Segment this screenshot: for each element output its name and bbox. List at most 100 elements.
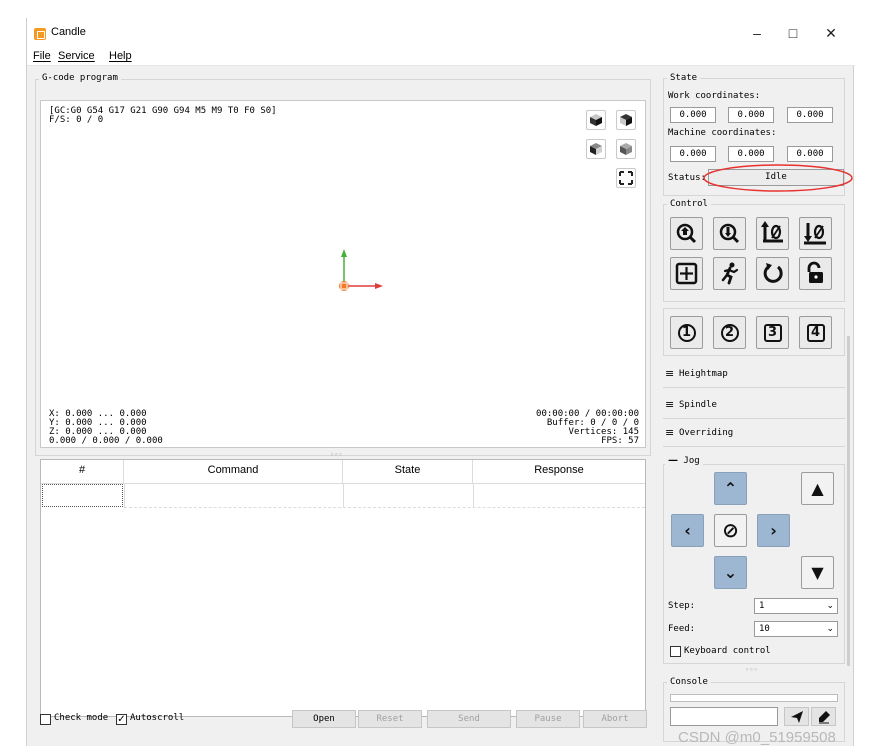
jog-x-plus-button[interactable]: ›	[757, 514, 790, 547]
feed-value: 10	[759, 624, 770, 634]
view-top-button[interactable]	[586, 110, 606, 130]
console-command-input[interactable]	[670, 707, 778, 726]
minimize-button[interactable]: –	[743, 22, 771, 44]
col-command-header[interactable]: Command	[124, 460, 343, 483]
user-command-4-label: 4	[806, 324, 825, 342]
menu-service[interactable]: Service	[58, 50, 95, 62]
vertical-splitter[interactable]: ◦◦◦	[330, 451, 343, 459]
keyboard-control-checkbox[interactable]	[670, 646, 681, 657]
user-command-3-label: 3	[763, 324, 782, 342]
send-button[interactable]: Send	[427, 710, 511, 728]
cell-divider	[343, 483, 344, 507]
cube-iso-icon	[620, 143, 632, 155]
zero-xy-button[interactable]	[756, 217, 789, 250]
step-value: 1	[759, 601, 765, 611]
safe-position-button[interactable]	[713, 257, 746, 290]
collapse-icon: —	[668, 455, 678, 466]
feed-label: Feed:	[668, 624, 696, 634]
table-row-current-cell[interactable]	[42, 484, 123, 507]
triangle-down-icon: ▼	[811, 563, 824, 582]
zero-xy-icon	[761, 221, 783, 243]
spindle-label: Spindle	[679, 400, 717, 410]
view-front-button[interactable]	[616, 110, 636, 130]
probe-button[interactable]	[713, 217, 746, 250]
user-command-2-label: 2	[720, 324, 739, 342]
eraser-icon	[818, 711, 830, 724]
work-x-value: 0.000	[670, 107, 716, 123]
fit-view-button[interactable]	[616, 168, 636, 188]
console-send-button[interactable]	[784, 707, 809, 726]
state-group-title: State	[667, 73, 701, 83]
autoscroll-checkbox[interactable]: ✓	[116, 714, 127, 725]
open-button[interactable]: Open	[292, 710, 356, 728]
return-xy-button[interactable]	[670, 257, 703, 290]
unlock-icon	[807, 261, 823, 283]
reset-button[interactable]: Reset	[358, 710, 422, 728]
candle-logo-icon	[34, 28, 46, 40]
jog-z-plus-button[interactable]: ▲	[801, 472, 834, 505]
control-group-title: Control	[667, 199, 711, 209]
console-group-title: Console	[667, 677, 711, 687]
program-table[interactable]: # Command State Response	[40, 459, 646, 717]
view-iso-button[interactable]	[616, 139, 636, 159]
gcode-group-title: G-code program	[39, 73, 121, 83]
work-z-value: 0.000	[787, 107, 833, 123]
col-number-header[interactable]: #	[41, 460, 124, 483]
menu-lines-icon: ≡	[665, 367, 675, 380]
user-command-1-label: 1	[677, 324, 696, 342]
zero-z-button[interactable]	[799, 217, 832, 250]
chevron-up-icon: ⌃	[723, 479, 738, 498]
user-command-1-button[interactable]: 1	[670, 316, 703, 349]
user-command-3-button[interactable]: 3	[756, 316, 789, 349]
machine-z-value: 0.000	[787, 146, 833, 162]
jog-z-minus-button[interactable]: ▼	[801, 556, 834, 589]
zero-z-icon	[804, 223, 826, 245]
jog-y-plus-button[interactable]: ⌃	[714, 472, 747, 505]
gcode-visualizer[interactable]: [GC:G0 G54 G17 G21 G90 G94 M5 M9 T0 F0 S…	[40, 100, 646, 448]
jog-y-minus-button[interactable]: ⌄	[714, 556, 747, 589]
panel-splitter[interactable]: ◦◦◦	[745, 666, 758, 674]
right-panel-scrollbar[interactable]	[847, 336, 850, 666]
step-select[interactable]: 1 ⌄	[754, 598, 838, 614]
spindle-section-header[interactable]: ≡ Spindle	[663, 398, 845, 419]
overriding-section-header[interactable]: ≡ Overriding	[663, 426, 845, 447]
maximize-button[interactable]: □	[779, 22, 807, 44]
user-command-2-button[interactable]: 2	[713, 316, 746, 349]
close-button[interactable]: ✕	[817, 22, 845, 44]
window-title: Candle	[51, 26, 86, 38]
view-left-button[interactable]	[586, 139, 606, 159]
user-command-4-button[interactable]: 4	[799, 316, 832, 349]
work-y-value: 0.000	[728, 107, 774, 123]
abort-button[interactable]: Abort	[583, 710, 647, 728]
step-label: Step:	[668, 601, 696, 611]
keyboard-control-label: Keyboard control	[684, 646, 771, 656]
console-output[interactable]	[670, 694, 838, 702]
menu-bar: File Service Help	[27, 48, 855, 66]
col-state-header[interactable]: State	[343, 460, 473, 483]
check-mode-checkbox[interactable]	[40, 714, 51, 725]
col-response-header[interactable]: Response	[473, 460, 645, 483]
chevron-left-icon: ‹	[684, 521, 691, 540]
console-clear-button[interactable]	[811, 707, 836, 726]
pause-button[interactable]: Pause	[516, 710, 580, 728]
jog-label: Jog	[683, 456, 700, 466]
tool-position-gizmo	[339, 249, 383, 291]
check-mode-label: Check mode	[54, 713, 109, 723]
reset-controller-button[interactable]	[756, 257, 789, 290]
probe-search-icon	[719, 223, 740, 244]
menu-file[interactable]: File	[33, 50, 51, 62]
work-coordinates-label: Work coordinates:	[668, 91, 761, 101]
chevron-down-icon: ⌄	[826, 601, 834, 611]
title-bar: Candle – □ ✕	[27, 18, 855, 48]
jog-x-minus-button[interactable]: ‹	[671, 514, 704, 547]
chevron-right-icon: ›	[770, 521, 777, 540]
menu-help[interactable]: Help	[109, 50, 132, 62]
feed-select[interactable]: 10 ⌄	[754, 621, 838, 637]
unlock-button[interactable]	[799, 257, 832, 290]
jog-stop-button[interactable]: ⊘	[714, 514, 747, 547]
home-button[interactable]	[670, 217, 703, 250]
cell-divider	[124, 483, 125, 507]
machine-y-value: 0.000	[728, 146, 774, 162]
jog-group-header[interactable]: — Jog	[665, 455, 703, 466]
heightmap-section-header[interactable]: ≡ Heightmap	[663, 367, 845, 388]
